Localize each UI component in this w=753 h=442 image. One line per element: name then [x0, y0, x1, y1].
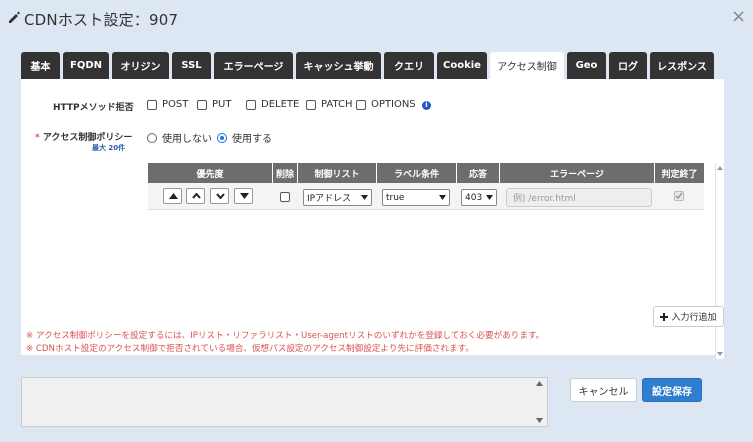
policy-used-option[interactable]: 使用する [217, 130, 272, 145]
chevron-down-icon [216, 193, 225, 199]
policy-unused-label: 使用しない [162, 134, 212, 145]
tab-geo[interactable]: Geo [567, 52, 606, 79]
control-list-value: IPアドレス [307, 194, 352, 204]
add-row-label: 入力行追加 [671, 313, 717, 323]
chevron-down-icon [486, 195, 493, 200]
method-options-checkbox[interactable] [356, 99, 366, 110]
response-select[interactable]: 403 [461, 189, 497, 206]
tab-origin[interactable]: オリジン [112, 52, 169, 79]
info-icon[interactable]: i [422, 101, 431, 110]
move-top-button[interactable] [163, 188, 182, 204]
tab-response[interactable]: レスポンス [650, 52, 714, 79]
move-bottom-button[interactable] [234, 188, 253, 204]
access-policy-label: * アクセス制御ポリシー [35, 130, 132, 143]
method-post-label: POST [162, 99, 189, 110]
message-area[interactable] [21, 377, 548, 427]
method-patch-checkbox[interactable] [306, 99, 316, 110]
chevron-down-icon [439, 195, 446, 200]
col-control-list: 制御リスト [298, 163, 377, 183]
method-delete-label: DELETE [261, 99, 300, 110]
col-delete: 削除 [273, 163, 298, 183]
method-patch-label: PATCH [321, 99, 353, 110]
tab-cache-behavior[interactable]: キャッシュ挙動 [296, 52, 381, 79]
scroll-up-icon[interactable] [716, 164, 724, 172]
error-page-input[interactable]: 例) /error.html [506, 188, 652, 207]
check-icon [675, 192, 683, 200]
method-delete-option[interactable]: DELETE [246, 99, 299, 110]
note-line-2: ※ CDNホスト設定のアクセス制御で拒否されている場合、仮想パス設定のアクセス制… [26, 344, 474, 354]
chevron-down-icon [361, 195, 368, 200]
add-row-button[interactable]: 入力行追加 [653, 306, 724, 327]
col-label-condition: ラベル条件 [377, 163, 457, 183]
row-delete-checkbox[interactable] [280, 192, 290, 202]
method-post-checkbox[interactable] [147, 99, 157, 110]
method-options-option[interactable]: OPTIONS [356, 99, 416, 110]
tab-log[interactable]: ログ [609, 52, 647, 79]
response-value: 403 [465, 192, 483, 203]
col-final: 判定終了 [661, 169, 698, 180]
tab-ssl[interactable]: SSL [172, 52, 211, 79]
cancel-button[interactable]: キャンセル [570, 378, 637, 402]
access-policy-label-text: アクセス制御ポリシー [42, 133, 133, 143]
move-down-button[interactable] [210, 188, 229, 204]
tab-access-control[interactable]: アクセス制御 [490, 52, 564, 79]
http-method-label: HTTPメソッド拒否 [53, 103, 134, 113]
method-put-option[interactable]: PUT [197, 99, 231, 110]
method-put-checkbox[interactable] [197, 99, 207, 110]
triangle-up-icon [169, 193, 178, 199]
tab-cookie[interactable]: Cookie [437, 52, 487, 79]
col-priority: 優先度 [148, 163, 273, 183]
scroll-down-icon[interactable] [716, 350, 724, 358]
table-row: IPアドレス true 403 例) /error.html [148, 183, 704, 210]
method-delete-checkbox[interactable] [246, 99, 256, 110]
chevron-up-icon [192, 193, 201, 199]
tab-bar: 基本 FQDN オリジン SSL エラーページ キャッシュ挙動 クエリ Cook… [21, 52, 714, 79]
save-button[interactable]: 設定保存 [642, 378, 702, 402]
method-put-label: PUT [212, 99, 232, 110]
triangle-down-icon [240, 193, 249, 199]
table-header: 優先度 削除 制御リスト ラベル条件 応答 エラーページ 判定終了 [148, 163, 704, 183]
tab-basic[interactable]: 基本 [21, 52, 60, 79]
tab-error-page[interactable]: エラーページ [214, 52, 293, 79]
plus-icon [660, 312, 669, 321]
policy-used-label: 使用する [232, 134, 272, 145]
tab-query[interactable]: クエリ [384, 52, 434, 79]
label-condition-value: true [386, 192, 405, 203]
table-scrollbar[interactable] [716, 163, 724, 359]
access-control-panel: HTTPメソッド拒否 POST PUT DELETE PATCH OPTIONS… [21, 79, 724, 359]
close-icon[interactable]: × [731, 8, 746, 26]
final-checkbox [674, 191, 684, 201]
dialog-title: CDNホスト設定：907 [24, 11, 179, 29]
dialog-title-bar: CDNホスト設定：907 × [0, 0, 753, 36]
label-condition-select[interactable]: true [382, 189, 450, 206]
method-patch-option[interactable]: PATCH [306, 99, 352, 110]
policy-used-radio[interactable] [217, 132, 227, 143]
notes: ※ アクセス制御ポリシーを設定するには、IPリスト・リファラリスト・User-a… [26, 330, 544, 356]
max-count-note: 最大 20件 [92, 144, 126, 152]
required-mark: * [35, 133, 40, 143]
move-up-button[interactable] [186, 188, 205, 204]
control-list-select[interactable]: IPアドレス [303, 189, 372, 206]
method-post-option[interactable]: POST [147, 99, 188, 110]
policy-unused-option[interactable]: 使用しない [147, 130, 212, 145]
note-line-1: ※ アクセス制御ポリシーを設定するには、IPリスト・リファラリスト・User-a… [26, 331, 545, 341]
pencil-icon [9, 11, 20, 23]
tab-fqdn[interactable]: FQDN [63, 52, 109, 79]
policy-unused-radio[interactable] [147, 132, 157, 143]
scroll-up-icon[interactable] [536, 381, 543, 386]
col-error-page: エラーページ [500, 163, 655, 183]
col-response: 応答 [457, 163, 500, 183]
scroll-down-icon[interactable] [536, 418, 543, 423]
method-options-label: OPTIONS [371, 99, 416, 110]
